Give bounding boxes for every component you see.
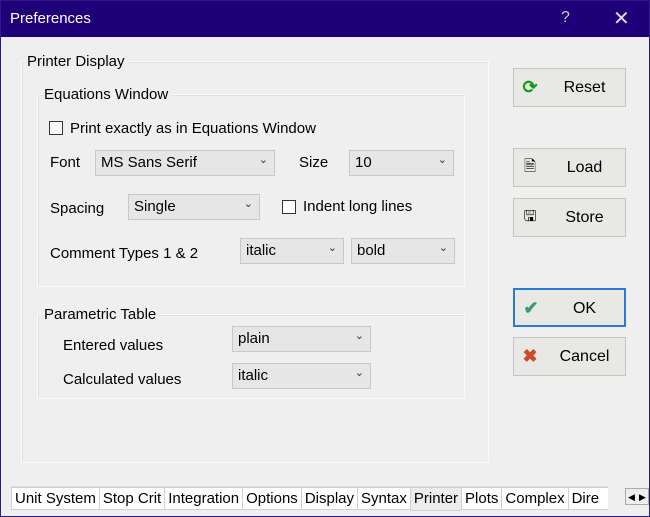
font-select[interactable]: MS Sans Serif ⌄	[95, 150, 275, 176]
chevron-down-icon: ⌄	[354, 367, 364, 379]
ok-label: OK	[572, 300, 597, 317]
comment1-value: italic	[246, 242, 277, 259]
dialog-title: Preferences	[10, 10, 91, 27]
entered-values-label: Entered values	[63, 337, 164, 354]
chevron-down-icon: ⌄	[438, 242, 448, 254]
close-button[interactable]: ✕	[613, 6, 630, 31]
indent-label: Indent long lines	[303, 198, 413, 215]
comment2-value: bold	[357, 242, 386, 259]
size-select[interactable]: 10 ⌄	[349, 150, 454, 176]
save-disk-icon: 🖫	[523, 208, 537, 225]
equations-window-label: Equations Window	[44, 86, 172, 103]
chevron-down-icon: ⌄	[243, 198, 253, 210]
load-label: Load	[566, 159, 603, 176]
title-bar: Preferences ? ✕	[1, 1, 649, 37]
print-exactly-checkbox[interactable]	[49, 121, 63, 135]
preferences-tabs: Unit System Stop Crit Integration Option…	[11, 486, 608, 511]
load-document-icon: 🗎	[523, 158, 537, 175]
reset-button[interactable]: ⟳ Reset	[513, 68, 626, 107]
ok-button[interactable]: ✔ OK	[513, 288, 626, 327]
preferences-dialog: Preferences ? ✕ Printer Display Equation…	[0, 0, 650, 517]
spacing-value: Single	[134, 198, 176, 215]
tab-syntax[interactable]: Syntax	[357, 487, 410, 510]
chevron-down-icon: ⌄	[327, 242, 337, 254]
tab-printer[interactable]: Printer	[409, 487, 462, 511]
tab-integration[interactable]: Integration	[164, 487, 243, 510]
size-value: 10	[355, 154, 372, 171]
printer-display-label: Printer Display	[27, 53, 128, 70]
spacing-select[interactable]: Single ⌄	[128, 194, 260, 220]
tab-unit-system[interactable]: Unit System	[11, 487, 99, 510]
comment2-select[interactable]: bold ⌄	[351, 238, 455, 264]
chevron-down-icon: ⌄	[437, 154, 447, 166]
cancel-button[interactable]: ✖ Cancel	[513, 337, 626, 376]
tab-complex[interactable]: Complex	[501, 487, 568, 510]
refresh-icon: ⟳	[522, 77, 538, 97]
calculated-values-select[interactable]: italic ⌄	[232, 363, 371, 389]
help-button[interactable]: ?	[561, 9, 570, 27]
tab-options[interactable]: Options	[242, 487, 301, 510]
entered-values-select[interactable]: plain ⌄	[232, 326, 371, 352]
comment1-select[interactable]: italic ⌄	[240, 238, 344, 264]
tab-stop-crit[interactable]: Stop Crit	[98, 487, 165, 510]
entered-value: plain	[238, 330, 270, 347]
print-exactly-label: Print exactly as in Equations Window	[70, 120, 316, 137]
tab-directories[interactable]: Dire	[567, 487, 608, 510]
chevron-down-icon: ⌄	[258, 154, 268, 166]
comment-types-label: Comment Types 1 & 2	[50, 245, 199, 262]
parametric-table-label: Parametric Table	[44, 306, 160, 323]
calculated-value: italic	[238, 367, 269, 384]
tab-scroll: ◀ ▶	[625, 488, 649, 505]
spacing-label: Spacing	[50, 200, 105, 217]
calculated-values-label: Calculated values	[63, 371, 182, 388]
scroll-right-icon[interactable]: ▶	[637, 489, 648, 504]
size-label: Size	[299, 154, 329, 171]
chevron-down-icon: ⌄	[354, 330, 364, 342]
store-button[interactable]: 🖫 Store	[513, 198, 626, 237]
tab-plots[interactable]: Plots	[461, 487, 502, 510]
tab-display[interactable]: Display	[300, 487, 357, 510]
load-button[interactable]: 🗎 Load	[513, 148, 626, 187]
indent-checkbox[interactable]	[282, 200, 296, 214]
font-label: Font	[50, 154, 81, 171]
cancel-label: Cancel	[559, 348, 610, 365]
close-x-icon: ✖	[522, 346, 538, 366]
font-value: MS Sans Serif	[101, 154, 197, 171]
store-label: Store	[565, 209, 604, 226]
checkmark-icon: ✔	[523, 298, 539, 318]
scroll-left-icon[interactable]: ◀	[626, 489, 637, 504]
reset-label: Reset	[563, 79, 606, 96]
